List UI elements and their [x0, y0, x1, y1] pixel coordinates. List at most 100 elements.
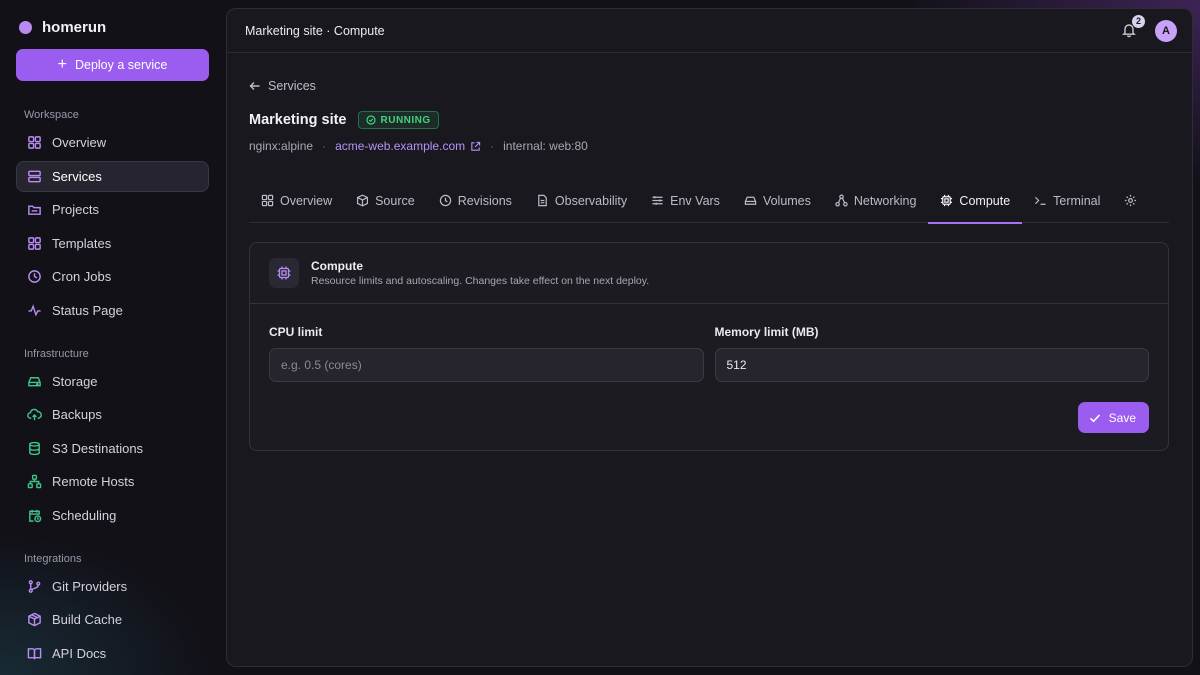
sidebar-item-label: Templates: [52, 235, 112, 251]
hard-drive-icon: [26, 373, 42, 389]
sliders-icon: [652, 196, 663, 205]
check-icon: [1089, 413, 1100, 422]
arrow-left-icon: [249, 82, 260, 90]
tab-label: Overview: [280, 193, 333, 208]
memory-limit-input[interactable]: [714, 348, 1149, 382]
sidebar-item-status-page[interactable]: Status Page: [16, 295, 209, 326]
notification-count-badge: 2: [1132, 14, 1145, 28]
tab-networking[interactable]: Networking: [823, 179, 929, 223]
sidebar-item-api-docs[interactable]: API Docs: [16, 638, 209, 669]
hard-drive-icon: [744, 196, 757, 205]
tab-revisions[interactable]: Revisions: [427, 179, 524, 223]
sidebar-item-git-providers[interactable]: Git Providers: [16, 571, 209, 602]
tab-overview[interactable]: Overview: [249, 179, 344, 223]
service-url-link[interactable]: acme-web.example.com: [335, 139, 481, 153]
clock-icon: [26, 269, 42, 285]
sidebar-item-label: Cron Jobs: [52, 269, 112, 284]
cpu-limit-input[interactable]: [269, 348, 704, 382]
tab-observability[interactable]: Observability: [524, 179, 639, 223]
sidebar-item-overview[interactable]: Overview: [16, 127, 209, 158]
brand-logo-icon: [19, 20, 32, 34]
save-button-label: Save: [1108, 410, 1136, 425]
service-url-text: acme-web.example.com: [335, 139, 466, 153]
separator-dot: ·: [490, 139, 495, 153]
cpu-icon: [269, 258, 299, 288]
cpu-limit-label: CPU limit: [269, 325, 323, 339]
server-icon: [26, 168, 42, 184]
memory-limit-field: Memory limit (MB): [714, 325, 1149, 382]
sidebar-item-storage[interactable]: Storage: [16, 366, 209, 397]
sidebar-item-s3-destinations[interactable]: S3 Destinations: [16, 433, 209, 464]
history-icon: [439, 194, 451, 207]
service-tabs: Overview Source Revisions Observability …: [249, 179, 1169, 224]
deploy-service-label: Deploy a service: [74, 58, 168, 72]
plus-icon: +: [57, 56, 67, 73]
tab-label: Volumes: [762, 193, 811, 208]
sidebar-item-services[interactable]: Services: [16, 160, 209, 192]
sidebar-item-label: S3 Destinations: [52, 440, 144, 456]
service-internal-address: internal: web:80: [503, 139, 588, 153]
sidebar-item-remote-hosts[interactable]: Remote Hosts: [16, 466, 209, 497]
book-icon: [26, 645, 42, 661]
sidebar-item-label: Build Cache: [52, 612, 123, 627]
resource-fields: CPU limit Memory limit (MB): [250, 304, 1168, 382]
check-circle-icon: [365, 115, 376, 125]
tab-terminal[interactable]: Terminal: [1022, 179, 1112, 223]
sidebar-item-label: Overview: [52, 135, 107, 150]
service-title-row: Marketing site RUNNING: [249, 111, 1169, 129]
card-actions: Save: [250, 382, 1168, 433]
sidebar-item-projects[interactable]: Projects: [16, 194, 209, 225]
section-label-integrations: Integrations: [24, 552, 82, 565]
tab-env-vars[interactable]: Env Vars: [639, 179, 732, 223]
tab-source[interactable]: Source: [344, 179, 427, 223]
sidebar-item-backups[interactable]: Backups: [16, 399, 209, 430]
git-branch-icon: [26, 578, 42, 594]
sidebar-item-label: Status Page: [52, 302, 123, 318]
card-title: Compute: [311, 259, 363, 273]
sidebar-item-cron-jobs[interactable]: Cron Jobs: [16, 261, 209, 292]
section-label-infrastructure: Infrastructure: [24, 347, 89, 360]
gear-icon: [1125, 194, 1137, 207]
tab-label: Compute: [959, 193, 1011, 208]
page-title: Marketing site: [249, 112, 347, 128]
sidebar-item-label: Backups: [52, 407, 102, 422]
status-badge: RUNNING: [357, 111, 439, 129]
tab-settings[interactable]: [1112, 179, 1149, 223]
grid-icon: [261, 194, 274, 207]
external-link-icon: [471, 141, 481, 151]
back-to-services-link[interactable]: Services: [249, 79, 1169, 93]
sidebar-item-label: Remote Hosts: [52, 474, 135, 489]
save-button[interactable]: Save: [1077, 402, 1149, 433]
sidebar-item-build-cache[interactable]: Build Cache: [16, 604, 209, 635]
tab-label: Source: [375, 193, 415, 208]
tab-label: Revisions: [457, 193, 512, 208]
content-area: Services Marketing site RUNNING nginx:al…: [227, 79, 1192, 451]
activity-icon: [26, 302, 42, 318]
sidebar-item-label: API Docs: [52, 645, 107, 661]
package-icon: [26, 612, 42, 628]
sidebar-item-templates[interactable]: Templates: [16, 228, 209, 259]
sidebar-item-label: Storage: [52, 373, 98, 389]
tab-label: Env Vars: [670, 193, 720, 208]
tab-compute[interactable]: Compute: [928, 179, 1022, 224]
brand[interactable]: homerun: [16, 0, 209, 54]
memory-limit-label: Memory limit (MB): [714, 325, 819, 339]
cpu-limit-field: CPU limit: [269, 325, 704, 382]
calendar-clock-icon: [26, 507, 42, 523]
tab-volumes[interactable]: Volumes: [732, 179, 823, 223]
network-icon: [835, 194, 848, 207]
compute-settings-card: Compute Resource limits and autoscaling.…: [249, 242, 1169, 451]
folder-icon: [26, 202, 42, 218]
layout-icon: [26, 235, 42, 251]
notifications-button[interactable]: 2: [1121, 14, 1145, 40]
service-image: nginx:alpine: [249, 139, 314, 153]
status-label: RUNNING: [380, 114, 431, 126]
cloud-upload-icon: [26, 407, 42, 423]
user-avatar[interactable]: A: [1155, 19, 1177, 42]
database-icon: [26, 440, 42, 456]
sidebar-item-label: Services: [52, 168, 102, 184]
deploy-service-button[interactable]: + Deploy a service: [16, 49, 209, 81]
sidebar-item-scheduling[interactable]: Scheduling: [16, 500, 209, 531]
main-panel: Marketing site · Compute 2 A Services Ma…: [226, 8, 1193, 667]
topbar: Marketing site · Compute 2 A: [227, 9, 1192, 53]
